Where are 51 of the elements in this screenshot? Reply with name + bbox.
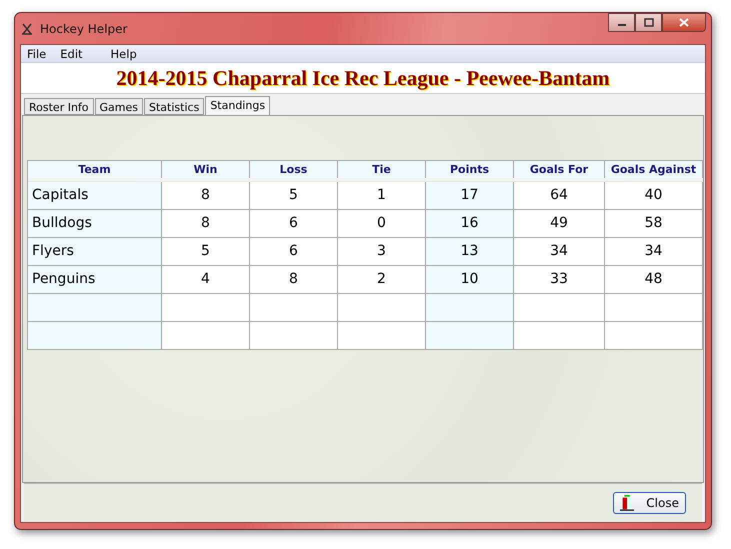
menu-item[interactable]: Edit — [60, 46, 83, 60]
league-title: 2014-2015 Chaparral Ice Rec League - Peewee-Bantam — [116, 66, 610, 90]
table-cell: 58 — [605, 210, 703, 238]
table-cell: 34 — [514, 238, 605, 266]
table-cell: 2 — [338, 266, 426, 294]
table-cell: 34 — [605, 238, 703, 266]
column-header: Points — [426, 160, 514, 178]
close-button[interactable] — [662, 13, 706, 32]
table-cell: 64 — [514, 182, 605, 210]
minimize-button[interactable] — [608, 13, 635, 32]
column-header: Tie — [338, 160, 426, 178]
table-cell: Penguins — [28, 266, 162, 294]
window-title: Hockey Helper — [40, 22, 128, 36]
menu-item[interactable]: File — [27, 46, 46, 60]
column-header: Win — [162, 160, 250, 178]
table-cell: 0 — [338, 210, 426, 238]
column-header: Team — [28, 160, 162, 178]
table-cell: 33 — [514, 266, 605, 294]
tab[interactable]: Statistics — [144, 98, 204, 115]
table-cell: Bulldogs — [28, 210, 162, 238]
door-icon — [620, 494, 634, 512]
tab[interactable]: Games — [94, 98, 144, 115]
table-cell: 6 — [250, 210, 338, 238]
table-cell: 10 — [426, 266, 514, 294]
tab[interactable]: Roster Info — [24, 98, 94, 115]
close-icon — [679, 18, 689, 27]
close-button[interactable]: Close — [613, 492, 686, 514]
table-cell: 1 — [338, 182, 426, 210]
menu-item[interactable]: Help — [110, 46, 137, 60]
maximize-button[interactable] — [635, 13, 662, 32]
column-header: Loss — [250, 160, 338, 178]
table-cell: 4 — [162, 266, 250, 294]
column-header: Goals Against — [605, 160, 703, 178]
table-cell: 8 — [162, 182, 250, 210]
table-cell: 17 — [426, 182, 514, 210]
tab[interactable]: Standings — [205, 96, 270, 115]
table-cell: 40 — [605, 182, 703, 210]
table-cell: 16 — [426, 210, 514, 238]
table-cell: 5 — [162, 238, 250, 266]
table-cell: 5 — [250, 182, 338, 210]
table-cell: 13 — [426, 238, 514, 266]
table-cell: Capitals — [28, 182, 162, 210]
column-header: Goals For — [514, 160, 605, 178]
table-cell: 6 — [250, 238, 338, 266]
table-cell: 8 — [162, 210, 250, 238]
table-cell: 8 — [250, 266, 338, 294]
table-cell: Flyers — [28, 238, 162, 266]
table-cell: 49 — [514, 210, 605, 238]
table-cell: 48 — [605, 266, 703, 294]
maximize-icon — [644, 18, 654, 27]
table-cell: 3 — [338, 238, 426, 266]
